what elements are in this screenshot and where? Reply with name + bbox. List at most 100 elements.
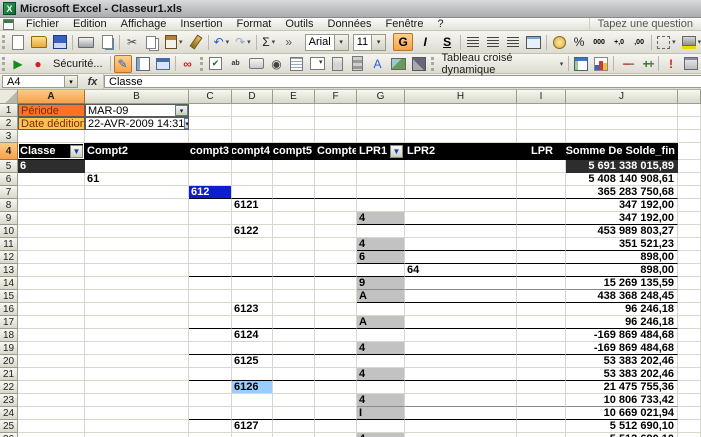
cell-A13[interactable]: [18, 264, 85, 277]
combobox-control-icon[interactable]: [308, 55, 327, 73]
autosum-icon[interactable]: Σ▾: [260, 33, 278, 51]
cell-J16[interactable]: 96 246,18: [566, 303, 678, 316]
more-controls-icon[interactable]: [410, 55, 428, 73]
row-header-11[interactable]: 11: [0, 238, 18, 251]
cell-G9[interactable]: 4: [357, 212, 405, 225]
cell-E23[interactable]: [273, 394, 315, 407]
cell-J21[interactable]: 53 383 202,46: [566, 368, 678, 381]
cell-J1[interactable]: [566, 104, 678, 117]
cell-D9[interactable]: [232, 212, 273, 225]
cell-J23[interactable]: 10 806 733,42: [566, 394, 678, 407]
cell-H11[interactable]: [405, 238, 517, 251]
cell-A11[interactable]: [18, 238, 85, 251]
cell-A24[interactable]: [18, 407, 85, 420]
cell-J2[interactable]: [566, 117, 678, 130]
cell-H19[interactable]: [405, 342, 517, 355]
cell-B21[interactable]: [85, 368, 189, 381]
cell-G19[interactable]: 4: [357, 342, 405, 355]
cell-C9[interactable]: [189, 212, 232, 225]
cell-K21[interactable]: [678, 368, 701, 381]
pivot-menu-button[interactable]: Tableau croisé dynamique▾: [438, 55, 566, 73]
cell-K16[interactable]: [678, 303, 701, 316]
properties-icon[interactable]: [134, 55, 152, 73]
cell-J19[interactable]: -169 869 484,68: [566, 342, 678, 355]
cell-I12[interactable]: [517, 251, 566, 264]
cell-C10[interactable]: [189, 225, 232, 238]
cell-E6[interactable]: [273, 173, 315, 186]
checkbox-control-icon[interactable]: [207, 55, 225, 73]
cell-B25[interactable]: [85, 420, 189, 433]
row-header-21[interactable]: 21: [0, 368, 18, 381]
cell-E12[interactable]: [273, 251, 315, 264]
cell-K5[interactable]: [678, 160, 701, 173]
cell-C18[interactable]: [189, 329, 232, 342]
cell-B2[interactable]: 22-AVR-2009 14:31▾: [85, 117, 189, 130]
cell-D18[interactable]: 6124: [232, 329, 273, 342]
cell-D22[interactable]: 6126: [232, 381, 273, 394]
cell-D4[interactable]: compt4: [232, 143, 273, 160]
menu-?[interactable]: ?: [430, 18, 450, 31]
cell-B22[interactable]: [85, 381, 189, 394]
cell-E15[interactable]: [273, 290, 315, 303]
col-header-H[interactable]: H: [405, 90, 517, 104]
cell-A17[interactable]: [18, 316, 85, 329]
col-header-C[interactable]: C: [189, 90, 232, 104]
cell-D25[interactable]: 6127: [232, 420, 273, 433]
cell-G6[interactable]: [357, 173, 405, 186]
paste-icon[interactable]: ▾: [163, 33, 185, 51]
cell-B4[interactable]: Compt2: [85, 143, 189, 160]
option-control-icon[interactable]: ◉: [268, 55, 286, 73]
cell-K19[interactable]: [678, 342, 701, 355]
cell-K18[interactable]: [678, 329, 701, 342]
cell-A20[interactable]: [18, 355, 85, 368]
cell-C8[interactable]: [189, 199, 232, 212]
cell-C25[interactable]: [189, 420, 232, 433]
cell-D26[interactable]: [232, 433, 273, 437]
fill-color-icon[interactable]: ▾: [680, 33, 701, 51]
col-header-E[interactable]: E: [273, 90, 315, 104]
listbox-control-icon[interactable]: [288, 55, 306, 73]
row-header-7[interactable]: 7: [0, 186, 18, 199]
cell-J12[interactable]: 898,00: [566, 251, 678, 264]
col-header-I[interactable]: I: [517, 90, 566, 104]
cell-B9[interactable]: [85, 212, 189, 225]
cell-K2[interactable]: [678, 117, 701, 130]
spinbutton-control-icon[interactable]: [329, 55, 347, 73]
cell-H7[interactable]: [405, 186, 517, 199]
cell-D5[interactable]: [232, 160, 273, 173]
cell-H9[interactable]: [405, 212, 517, 225]
cell-H10[interactable]: [405, 225, 517, 238]
cell-C2[interactable]: [189, 117, 232, 130]
cell-E7[interactable]: [273, 186, 315, 199]
cell-C15[interactable]: [189, 290, 232, 303]
row-header-22[interactable]: 22: [0, 381, 18, 394]
cell-B16[interactable]: [85, 303, 189, 316]
cell-K8[interactable]: [678, 199, 701, 212]
cell-E24[interactable]: [273, 407, 315, 420]
run-macro-icon[interactable]: ▶: [9, 55, 27, 73]
cell-E20[interactable]: [273, 355, 315, 368]
cell-E17[interactable]: [273, 316, 315, 329]
merge-center-icon[interactable]: [524, 33, 543, 51]
align-center-icon[interactable]: [484, 33, 502, 51]
cell-I6[interactable]: [517, 173, 566, 186]
menu-fichier[interactable]: Fichier: [19, 18, 66, 31]
cell-C5[interactable]: [189, 160, 232, 173]
cell-A2[interactable]: Date dédition: [18, 117, 85, 130]
cell-B3[interactable]: [85, 130, 189, 143]
cell-K23[interactable]: [678, 394, 701, 407]
menu-outils[interactable]: Outils: [278, 18, 320, 31]
row-header-9[interactable]: 9: [0, 212, 18, 225]
cell-K9[interactable]: [678, 212, 701, 225]
show-detail-icon[interactable]: [637, 55, 655, 73]
cell-G26[interactable]: 4: [357, 433, 405, 437]
row-header-18[interactable]: 18: [0, 329, 18, 342]
cell-H17[interactable]: [405, 316, 517, 329]
cell-E26[interactable]: [273, 433, 315, 437]
align-left-icon[interactable]: [464, 33, 482, 51]
cell-I13[interactable]: [517, 264, 566, 277]
cell-H21[interactable]: [405, 368, 517, 381]
cell-J24[interactable]: 10 669 021,94: [566, 407, 678, 420]
cell-G5[interactable]: [357, 160, 405, 173]
cell-G14[interactable]: 9: [357, 277, 405, 290]
